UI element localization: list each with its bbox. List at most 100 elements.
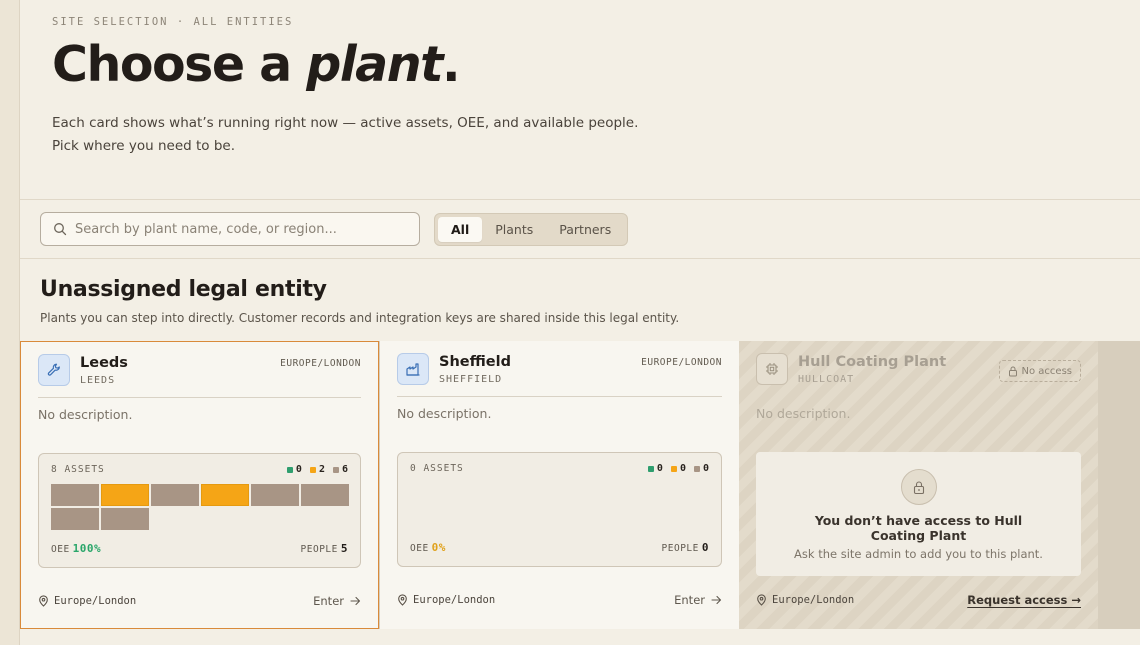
- title-italic: plant: [306, 36, 443, 93]
- no-access-badge: No access: [998, 360, 1081, 382]
- running-dot: [647, 465, 654, 472]
- plant-name: Sheffield: [439, 354, 511, 370]
- main-content: SITE SELECTION · ALL ENTITIES Choose a p…: [20, 0, 1140, 645]
- people-stat: PEOPLE 0: [662, 541, 709, 554]
- asset-tile-offline: [301, 484, 349, 506]
- enter-label: Enter: [313, 594, 344, 608]
- status-legend: 0 2 6: [286, 464, 348, 475]
- plant-code: SHEFFIELD: [439, 374, 503, 385]
- people-label: PEOPLE: [300, 544, 338, 555]
- plant-card-sheffield[interactable]: Sheffield SHEFFIELD EUROPE/LONDON No des…: [380, 341, 739, 629]
- running-count: 0: [656, 463, 663, 474]
- oee-label: OEE: [410, 543, 429, 554]
- idle-count: 2: [318, 464, 325, 475]
- title-period: .: [442, 36, 461, 93]
- toolbar: All Plants Partners: [20, 200, 1140, 259]
- plant-code: LEEDS: [80, 375, 116, 386]
- left-rail: [0, 0, 20, 645]
- hero: SITE SELECTION · ALL ENTITIES Choose a p…: [20, 0, 1140, 200]
- people-value: 5: [340, 542, 348, 555]
- card-header: Hull Coating Plant HULLCOAT No access: [756, 353, 1081, 397]
- idle-dot: [309, 466, 316, 473]
- eyebrow: SITE SELECTION · ALL ENTITIES: [52, 16, 294, 28]
- oee-value: 100%: [72, 542, 102, 555]
- access-denied-title: You don’t have access to Hull Coating Pl…: [814, 513, 1023, 543]
- plant-name: Hull Coating Plant: [798, 354, 947, 370]
- plant-description: No description.: [756, 406, 851, 421]
- running-dot: [286, 466, 293, 473]
- timezone-label: EUROPE/LONDON: [280, 358, 361, 369]
- plant-card-hull-coating: Hull Coating Plant HULLCOAT No access No…: [739, 341, 1098, 629]
- location-text: Europe/London: [413, 594, 496, 606]
- offline-dot: [332, 466, 339, 473]
- people-value: 0: [701, 541, 709, 554]
- page-title: Choose a plant.: [52, 40, 1108, 89]
- card-names: Hull Coating Plant HULLCOAT: [798, 353, 999, 385]
- asset-tile-offline: [101, 508, 149, 530]
- lede-line-2: Pick where you need to be.: [52, 138, 236, 154]
- plant-description: No description.: [38, 407, 133, 422]
- idle-count: 0: [679, 463, 686, 474]
- filter-all[interactable]: All: [438, 216, 483, 242]
- plant-card-leeds[interactable]: Leeds LEEDS EUROPE/LONDON No description…: [20, 341, 379, 629]
- access-denied-subtitle: Ask the site admin to add you to this pl…: [794, 547, 1043, 561]
- enter-button[interactable]: Enter: [674, 593, 722, 607]
- filter-partners[interactable]: Partners: [546, 217, 624, 242]
- location-pin-icon: [39, 595, 48, 607]
- wrench-icon: [38, 354, 70, 386]
- asset-tile-offline: [51, 484, 99, 506]
- status-legend: 0 0 0: [647, 463, 709, 474]
- oee-stat: OEE 100%: [51, 542, 101, 555]
- lock-icon: [900, 469, 937, 505]
- enter-button[interactable]: Enter: [313, 594, 361, 608]
- plant-name: Leeds: [80, 355, 128, 371]
- search-box[interactable]: [40, 212, 420, 246]
- arrow-right-icon: [711, 595, 722, 605]
- card-footer: Europe/London Enter: [38, 594, 361, 608]
- location: Europe/London: [397, 594, 495, 606]
- request-access-link[interactable]: Request access →: [967, 593, 1081, 607]
- card-header: Leeds LEEDS EUROPE/LONDON: [38, 354, 361, 398]
- assets-panel: 0 ASSETS 0 0 0 OEE 0% PEOPLE 0: [397, 452, 722, 567]
- plant-description: No description.: [397, 406, 492, 421]
- access-denied-panel: You don’t have access to Hull Coating Pl…: [756, 452, 1081, 576]
- card-names: Sheffield SHEFFIELD: [439, 353, 641, 385]
- chip-icon: [756, 353, 788, 385]
- asset-tile-offline: [151, 484, 199, 506]
- section-title: Unassigned legal entity: [40, 277, 327, 302]
- lock-icon: [1008, 366, 1017, 376]
- location-text: Europe/London: [772, 594, 855, 606]
- asset-tile-idle: [101, 484, 149, 506]
- idle-dot: [670, 465, 677, 472]
- section-subtitle: Plants you can step into directly. Custo…: [40, 311, 680, 325]
- card-header: Sheffield SHEFFIELD EUROPE/LONDON: [397, 353, 722, 397]
- offline-count: 0: [702, 463, 709, 474]
- location: Europe/London: [756, 594, 854, 606]
- assets-panel: 8 ASSETS 0 2 6 OEE 100% PEOPLE 5: [38, 453, 361, 568]
- offline-count: 6: [341, 464, 348, 475]
- search-input[interactable]: [75, 221, 395, 237]
- factory-icon: [397, 353, 429, 385]
- lede: Each card shows what’s running right now…: [52, 112, 692, 158]
- oee-stat: OEE 0%: [410, 541, 446, 554]
- filter-segmented-control: All Plants Partners: [434, 212, 629, 246]
- filter-plants[interactable]: Plants: [482, 217, 546, 242]
- oee-label: OEE: [51, 544, 70, 555]
- no-access-label: No access: [1021, 365, 1072, 377]
- card-names: Leeds LEEDS: [80, 354, 280, 386]
- assets-count: 0 ASSETS: [410, 463, 464, 474]
- location-text: Europe/London: [54, 595, 137, 607]
- asset-tile-offline: [251, 484, 299, 506]
- card-footer: Europe/London Enter: [397, 593, 722, 607]
- running-count: 0: [295, 464, 302, 475]
- plant-code: HULLCOAT: [798, 374, 855, 385]
- card-footer: Europe/London Request access →: [756, 593, 1081, 607]
- offline-dot: [693, 465, 700, 472]
- asset-tile-offline: [51, 508, 99, 530]
- location-pin-icon: [757, 594, 766, 606]
- oee-value: 0%: [431, 541, 446, 554]
- enter-label: Enter: [674, 593, 705, 607]
- plant-card-list: Leeds LEEDS EUROPE/LONDON No description…: [20, 341, 1140, 629]
- location-pin-icon: [398, 594, 407, 606]
- people-stat: PEOPLE 5: [301, 542, 348, 555]
